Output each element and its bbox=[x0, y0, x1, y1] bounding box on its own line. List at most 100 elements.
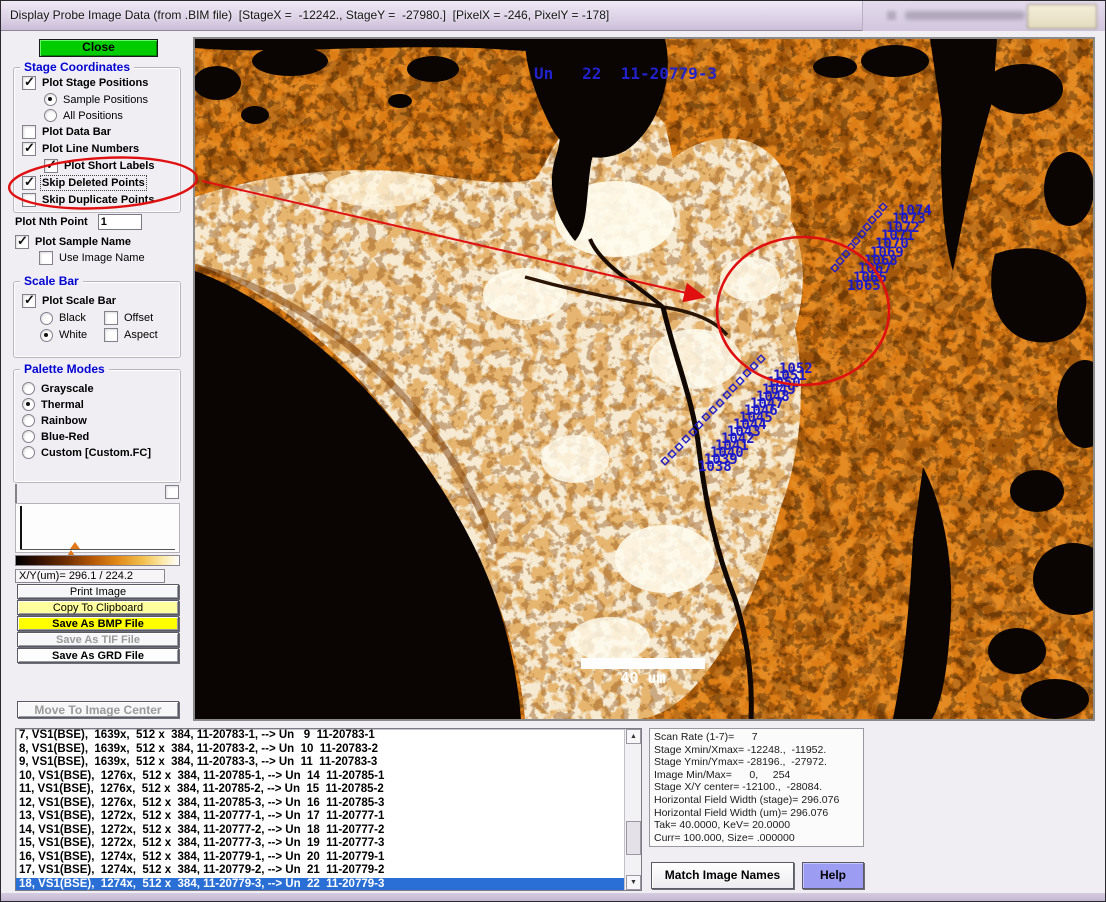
checkbox-icon[interactable] bbox=[44, 159, 58, 173]
checkbox-icon[interactable] bbox=[22, 294, 36, 308]
aspect-checkbox[interactable]: Aspect bbox=[104, 328, 158, 342]
thermal-radio[interactable]: Thermal bbox=[22, 398, 180, 411]
radio-icon[interactable] bbox=[22, 398, 35, 411]
blue-red-radio[interactable]: Blue-Red bbox=[22, 430, 180, 443]
offset-checkbox[interactable]: Offset bbox=[104, 311, 153, 325]
plot-stage-positions-checkbox[interactable]: Plot Stage Positions bbox=[22, 76, 180, 90]
checkbox-icon[interactable] bbox=[22, 176, 36, 190]
radio-icon[interactable] bbox=[22, 414, 35, 427]
list-item[interactable]: 14, VS1(BSE), 1272x, 512 x 384, 11-20777… bbox=[16, 824, 641, 838]
position-number-label: 1052 bbox=[779, 361, 813, 377]
radio-icon[interactable] bbox=[22, 430, 35, 443]
info-line: Image Min/Max= 0, 254 bbox=[654, 769, 863, 782]
title-bar[interactable]: Display Probe Image Data (from .BIM file… bbox=[1, 1, 1106, 31]
list-item[interactable]: 18, VS1(BSE), 1274x, 512 x 384, 11-20779… bbox=[16, 878, 641, 892]
plot-scale-bar-checkbox[interactable]: Plot Scale Bar bbox=[22, 294, 180, 308]
probe-image-display[interactable]: Un 22 11-20779-3 10381039104010411042104… bbox=[193, 37, 1095, 721]
palette-modes-group: Palette Modes Grayscale Thermal Rainbow … bbox=[13, 369, 181, 483]
info-line: Stage X/Y center= -12100., -28084. bbox=[654, 781, 863, 794]
copy-to-clipboard-button[interactable]: Copy To Clipboard bbox=[17, 600, 179, 615]
aspect-label: Aspect bbox=[124, 329, 158, 341]
list-item[interactable]: 15, VS1(BSE), 1272x, 512 x 384, 11-20777… bbox=[16, 837, 641, 851]
rainbow-radio[interactable]: Rainbow bbox=[22, 414, 180, 427]
close-button[interactable]: Close bbox=[39, 39, 158, 57]
offset-label: Offset bbox=[124, 312, 153, 324]
list-item[interactable]: 12, VS1(BSE), 1276x, 512 x 384, 11-20785… bbox=[16, 797, 641, 811]
plot-line-numbers-checkbox[interactable]: Plot Line Numbers bbox=[22, 142, 180, 156]
checkbox-icon[interactable] bbox=[104, 328, 118, 342]
range-min-checkbox[interactable] bbox=[15, 484, 17, 503]
list-item[interactable]: 13, VS1(BSE), 1272x, 512 x 384, 11-20777… bbox=[16, 810, 641, 824]
checkbox-icon[interactable] bbox=[22, 142, 36, 156]
blue-red-label: Blue-Red bbox=[41, 431, 89, 443]
list-item[interactable]: 8, VS1(BSE), 1639x, 512 x 384, 11-20783-… bbox=[16, 743, 641, 757]
list-item[interactable]: 9, VS1(BSE), 1639x, 512 x 384, 11-20783-… bbox=[16, 756, 641, 770]
sample-positions-radio[interactable]: Sample Positions bbox=[44, 93, 180, 106]
scroll-up-icon[interactable]: ▲ bbox=[626, 729, 641, 744]
plot-short-labels-checkbox[interactable]: Plot Short Labels bbox=[44, 159, 180, 173]
plot-short-labels-label: Plot Short Labels bbox=[64, 160, 154, 172]
plot-scale-bar-label: Plot Scale Bar bbox=[42, 295, 116, 307]
radio-icon[interactable] bbox=[44, 93, 57, 106]
image-list[interactable]: 7, VS1(BSE), 1639x, 512 x 384, 11-20783-… bbox=[15, 728, 642, 891]
list-item[interactable]: 17, VS1(BSE), 1274x, 512 x 384, 11-20779… bbox=[16, 864, 641, 878]
print-image-button[interactable]: Print Image bbox=[17, 584, 179, 599]
window-title: Display Probe Image Data (from .BIM file… bbox=[10, 8, 609, 22]
blurred-button bbox=[1027, 4, 1097, 29]
info-line: Curr= 100.000, Size= .000000 bbox=[654, 832, 863, 845]
scroll-down-icon[interactable]: ▼ bbox=[626, 875, 641, 890]
plot-sample-name-checkbox[interactable]: Plot Sample Name bbox=[15, 235, 131, 249]
grayscale-label: Grayscale bbox=[41, 383, 94, 395]
radio-icon[interactable] bbox=[44, 109, 57, 122]
plot-nth-point-label: Plot Nth Point bbox=[15, 216, 88, 228]
histogram-y-axis bbox=[20, 506, 22, 550]
radio-icon[interactable] bbox=[22, 382, 35, 395]
help-button[interactable]: Help bbox=[802, 862, 864, 889]
white-radio[interactable]: White bbox=[40, 328, 96, 342]
info-line: Tak= 40.0000, KeV= 20.0000 bbox=[654, 819, 863, 832]
thermal-palette-bar[interactable] bbox=[15, 555, 180, 566]
plot-data-bar-checkbox[interactable]: Plot Data Bar bbox=[22, 125, 180, 139]
info-line: Horizontal Field Width (stage)= 296.076 bbox=[654, 794, 863, 807]
plot-stage-positions-label: Plot Stage Positions bbox=[42, 77, 148, 89]
skip-duplicate-points-checkbox[interactable]: Skip Duplicate Points bbox=[22, 193, 180, 207]
match-image-names-button[interactable]: Match Image Names bbox=[651, 862, 794, 889]
blurred-checkbox bbox=[887, 11, 896, 20]
list-item[interactable]: 16, VS1(BSE), 1274x, 512 x 384, 11-20779… bbox=[16, 851, 641, 865]
window-bottom-frame bbox=[1, 893, 1106, 901]
background-window-fragment bbox=[862, 1, 1106, 31]
white-label: White bbox=[59, 329, 87, 341]
radio-icon[interactable] bbox=[22, 446, 35, 459]
stage-coordinates-group: Stage Coordinates Plot Stage Positions S… bbox=[13, 67, 181, 213]
checkbox-icon[interactable] bbox=[22, 193, 36, 207]
list-item[interactable]: 10, VS1(BSE), 1276x, 512 x 384, 11-20785… bbox=[16, 770, 641, 784]
intensity-histogram[interactable] bbox=[15, 503, 180, 553]
skip-deleted-points-checkbox[interactable]: Skip Deleted Points bbox=[22, 176, 180, 190]
checkbox-icon[interactable] bbox=[104, 311, 118, 325]
grayscale-radio[interactable]: Grayscale bbox=[22, 382, 180, 395]
scrollbar-thumb[interactable] bbox=[626, 821, 641, 855]
scale-bar-group: Scale Bar Plot Scale Bar Black Offset Wh… bbox=[13, 281, 181, 358]
checkbox-icon[interactable] bbox=[15, 235, 29, 249]
palette-range-row bbox=[15, 485, 179, 503]
checkbox-icon[interactable] bbox=[39, 251, 53, 265]
plot-line-numbers-label: Plot Line Numbers bbox=[42, 143, 139, 155]
save-as-grd-button[interactable]: Save As GRD File bbox=[17, 648, 179, 663]
save-as-bmp-button[interactable]: Save As BMP File bbox=[17, 616, 179, 631]
position-number-label: 1074 bbox=[898, 203, 932, 219]
checkbox-icon[interactable] bbox=[22, 125, 36, 139]
list-item[interactable]: 11, VS1(BSE), 1276x, 512 x 384, 11-20785… bbox=[16, 783, 641, 797]
all-positions-radio[interactable]: All Positions bbox=[44, 109, 180, 122]
info-line: Stage Xmin/Xmax= -12248., -11952. bbox=[654, 744, 863, 757]
list-item[interactable]: 7, VS1(BSE), 1639x, 512 x 384, 11-20783-… bbox=[16, 729, 641, 743]
checkbox-icon[interactable] bbox=[22, 76, 36, 90]
use-image-name-checkbox[interactable]: Use Image Name bbox=[39, 251, 145, 265]
range-max-checkbox[interactable] bbox=[165, 485, 179, 499]
plot-nth-point-input[interactable] bbox=[98, 214, 142, 230]
black-radio[interactable]: Black bbox=[40, 311, 96, 325]
plot-data-bar-label: Plot Data Bar bbox=[42, 126, 111, 138]
radio-icon[interactable] bbox=[40, 329, 53, 342]
list-scrollbar[interactable]: ▲ ▼ bbox=[624, 729, 641, 890]
custom-radio[interactable]: Custom [Custom.FC] bbox=[22, 446, 180, 459]
radio-icon[interactable] bbox=[40, 312, 53, 325]
